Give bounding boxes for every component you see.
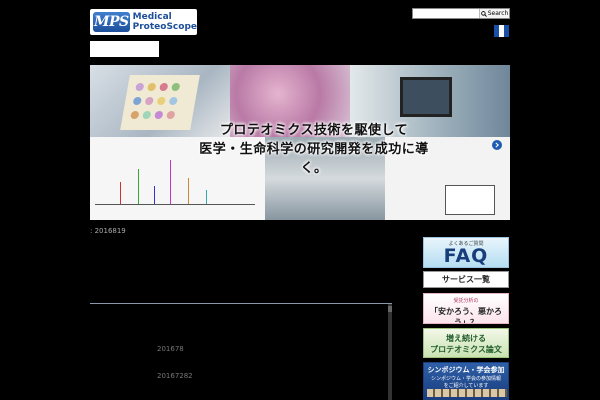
symposium-banner-line-2: をご紹介しています bbox=[443, 383, 489, 389]
news-list-panel: 201678 20167282 bbox=[90, 303, 392, 400]
symposium-banner-title: シンポジウム・学会参加 bbox=[427, 366, 505, 374]
search-form: Search bbox=[412, 8, 510, 19]
gel-stack bbox=[445, 185, 495, 215]
scrollbar[interactable] bbox=[388, 304, 392, 400]
proteomics-analysis-banner[interactable]: 受託分析の 「安かろう、悪かろう」？ bbox=[423, 293, 509, 324]
hero-caption: プロテオミクス技術を駆使して 医学・生命科学の研究開発を成功に導く。 bbox=[194, 121, 434, 176]
symposium-banner[interactable]: シンポジウム・学会参加 シンポジウム・学会の参加情報 をご紹介しています bbox=[423, 362, 509, 400]
symposium-photo-strip bbox=[427, 389, 507, 397]
chevron-right-icon bbox=[495, 142, 500, 148]
site-logo[interactable]: MPS Medical ProteoScope bbox=[90, 9, 197, 35]
list-item-date: 20167282 bbox=[157, 372, 193, 380]
proteomics-papers-banner[interactable]: 増え続ける プロテオミクス論文 bbox=[423, 328, 509, 358]
logo-line-1: Medical bbox=[132, 12, 172, 22]
sample-tray bbox=[120, 75, 200, 130]
mps-logo-mark: MPS bbox=[93, 12, 130, 32]
slideshow-next-button[interactable] bbox=[492, 140, 502, 150]
logo-line-2: ProteoScope bbox=[132, 22, 197, 32]
nav-menu-button[interactable] bbox=[90, 41, 159, 57]
search-input[interactable] bbox=[413, 9, 479, 18]
microscope-monitor bbox=[400, 77, 452, 117]
faq-title: FAQ bbox=[443, 245, 489, 267]
hero-slideshow: プロテオミクス技術を駆使して 医学・生命科学の研究開発を成功に導く。 bbox=[90, 65, 510, 220]
hero-caption-line-1: プロテオミクス技術を駆使して bbox=[219, 123, 409, 138]
search-button-label: Search bbox=[487, 10, 509, 17]
papers-banner-line-2: プロテオミクス論文 bbox=[430, 345, 502, 354]
papers-banner-line-1: 増え続ける bbox=[446, 334, 486, 343]
search-button[interactable]: Search bbox=[479, 9, 509, 18]
proteomics-banner-title: 「安かろう、悪かろう」？ bbox=[430, 307, 502, 324]
finland-flag-icon[interactable] bbox=[494, 25, 509, 37]
proteomics-banner-subtitle: 受託分析の bbox=[453, 298, 479, 304]
post-date: : 2016819 bbox=[90, 227, 126, 235]
search-icon bbox=[480, 10, 487, 17]
logo-text: Medical ProteoScope bbox=[133, 12, 197, 32]
faq-banner[interactable]: よくあるご質問 FAQ bbox=[423, 237, 509, 268]
hero-caption-line-2: 医学・生命科学の研究開発を成功に導く。 bbox=[199, 142, 429, 176]
services-banner[interactable]: サービス一覧 bbox=[423, 271, 509, 288]
symposium-banner-line-1: シンポジウム・学会の参加情報 bbox=[430, 376, 501, 382]
list-item-date: 201678 bbox=[157, 345, 184, 353]
services-label: サービス一覧 bbox=[442, 275, 490, 284]
